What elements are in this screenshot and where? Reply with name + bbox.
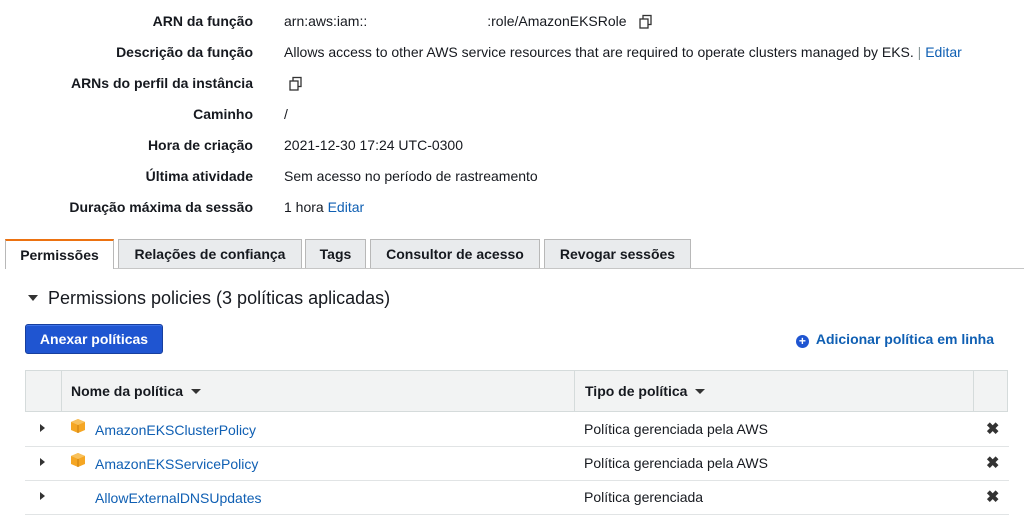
aws-cube-icon bbox=[70, 418, 86, 434]
policy-type: Política gerenciada pela AWS bbox=[584, 421, 768, 437]
instance-profile-label: ARNs do perfil da instância bbox=[70, 75, 253, 91]
table-row: AllowExternalDNSUpdates Política gerenci… bbox=[25, 480, 1009, 515]
column-divider bbox=[973, 371, 974, 411]
permissions-section-toggle[interactable]: Permissions policies (3 políticas aplica… bbox=[25, 288, 390, 309]
created-label: Hora de criação bbox=[147, 137, 253, 153]
max-session-value: 1 hora Editar bbox=[284, 199, 364, 215]
expand-row-icon[interactable] bbox=[40, 492, 45, 500]
expand-row-icon[interactable] bbox=[40, 424, 45, 432]
instance-profile-value bbox=[284, 75, 304, 92]
max-session-label: Duração máxima da sessão bbox=[69, 199, 253, 215]
arn-value-suffix: :role/AmazonEKSRole bbox=[487, 13, 627, 29]
copy-icon[interactable] bbox=[288, 76, 304, 92]
arn-label: ARN da função bbox=[152, 13, 253, 29]
column-header-type[interactable]: Tipo de política bbox=[585, 371, 706, 411]
edit-max-session-link[interactable]: Editar bbox=[328, 199, 365, 215]
close-icon[interactable]: ✖ bbox=[986, 487, 999, 507]
last-activity-value: Sem acesso no período de rastreamento bbox=[284, 168, 538, 184]
table-row: AmazonEKSServicePolicy Política gerencia… bbox=[25, 446, 1009, 481]
role-tabs: Permissões Relações de confiança Tags Co… bbox=[5, 239, 1024, 269]
instance-profile-row: ARNs do perfil da instância bbox=[0, 75, 1024, 95]
table-row: AmazonEKSClusterPolicy Política gerencia… bbox=[25, 412, 1009, 447]
caret-down-icon bbox=[28, 295, 38, 302]
policy-type: Política gerenciada bbox=[584, 489, 704, 505]
column-divider bbox=[61, 371, 62, 411]
path-label: Caminho bbox=[193, 106, 253, 122]
policy-name-link[interactable]: AmazonEKSServicePolicy bbox=[95, 456, 258, 472]
arn-row: ARN da função arn:aws:iam:::role/AmazonE… bbox=[0, 13, 1024, 33]
max-session-row: Duração máxima da sessão 1 hora Editar bbox=[0, 199, 1024, 219]
policy-name-link[interactable]: AllowExternalDNSUpdates bbox=[95, 490, 262, 506]
last-activity-label: Última atividade bbox=[145, 168, 253, 184]
arn-value-prefix: arn:aws:iam:: bbox=[284, 13, 368, 29]
last-activity-row: Última atividade Sem acesso no período d… bbox=[0, 168, 1024, 188]
description-text: Allows access to other AWS service resou… bbox=[284, 44, 914, 60]
add-inline-policy-link[interactable]: + Adicionar política em linha bbox=[795, 331, 994, 348]
add-inline-label: Adicionar política em linha bbox=[815, 331, 994, 347]
tab-access-advisor[interactable]: Consultor de acesso bbox=[370, 239, 540, 268]
description-row: Descrição da função Allows access to oth… bbox=[0, 44, 1024, 64]
close-icon[interactable]: ✖ bbox=[986, 419, 999, 439]
plus-circle-icon: + bbox=[795, 335, 809, 348]
column-type-label: Tipo de política bbox=[585, 383, 688, 399]
created-row: Hora de criação 2021-12-30 17:24 UTC-030… bbox=[0, 137, 1024, 157]
copy-icon[interactable] bbox=[638, 14, 654, 30]
arn-value: arn:aws:iam:::role/AmazonEKSRole bbox=[284, 13, 654, 30]
tab-trust-relationships[interactable]: Relações de confiança bbox=[118, 239, 302, 268]
column-divider bbox=[574, 371, 575, 411]
tab-permissions[interactable]: Permissões bbox=[5, 239, 114, 269]
section-title: Permissions policies (3 políticas aplica… bbox=[48, 288, 391, 308]
separator: | bbox=[917, 44, 922, 60]
tab-revoke-sessions[interactable]: Revogar sessões bbox=[544, 239, 691, 268]
path-value: / bbox=[284, 106, 288, 122]
sort-icon bbox=[695, 388, 706, 394]
column-name-label: Nome da política bbox=[71, 383, 184, 399]
column-header-name[interactable]: Nome da política bbox=[71, 371, 202, 411]
edit-description-link[interactable]: Editar bbox=[925, 44, 962, 60]
tab-tags[interactable]: Tags bbox=[305, 239, 366, 268]
policy-name-link[interactable]: AmazonEKSClusterPolicy bbox=[95, 422, 256, 438]
max-session-text: 1 hora bbox=[284, 199, 324, 215]
path-row: Caminho / bbox=[0, 106, 1024, 126]
policy-type: Política gerenciada pela AWS bbox=[584, 455, 768, 471]
description-label: Descrição da função bbox=[116, 44, 253, 60]
attach-policies-button[interactable]: Anexar políticas bbox=[25, 324, 163, 354]
table-header: Nome da política Tipo de política bbox=[25, 370, 1008, 412]
sort-icon bbox=[191, 388, 202, 394]
created-value: 2021-12-30 17:24 UTC-0300 bbox=[284, 137, 464, 153]
description-value: Allows access to other AWS service resou… bbox=[284, 44, 962, 60]
expand-row-icon[interactable] bbox=[40, 458, 45, 466]
close-icon[interactable]: ✖ bbox=[986, 453, 999, 473]
aws-cube-icon bbox=[70, 452, 86, 468]
